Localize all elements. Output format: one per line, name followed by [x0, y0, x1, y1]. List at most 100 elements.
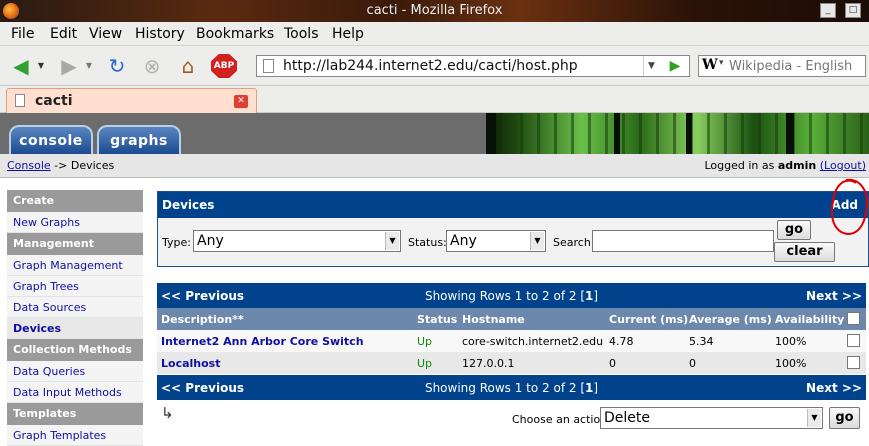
menu-tools[interactable]: Tools [284, 26, 319, 42]
search-input[interactable] [592, 230, 774, 252]
url-bar[interactable]: http://lab244.internet2.edu/cacti/host.p… [256, 55, 690, 77]
sidebar-item-data-sources[interactable]: Data Sources [7, 297, 143, 318]
row-hostname: 127.0.0.1 [462, 357, 515, 370]
menu-bookmarks[interactable]: Bookmarks [196, 26, 274, 42]
breadcrumb-console-link[interactable]: Console [7, 159, 51, 172]
clear-button[interactable]: clear [774, 242, 835, 262]
minimize-button[interactable]: _ [820, 3, 836, 18]
col-status: Status [417, 313, 458, 326]
cacti-header: console graphs [0, 113, 869, 154]
devices-filter-panel: Devices Add Type: Any ▼ Status: Any ▼ Se… [157, 191, 869, 267]
login-prefix: Logged in as [704, 159, 775, 172]
menu-view[interactable]: View [89, 26, 122, 42]
sidebar-item-graph-trees[interactable]: Graph Trees [7, 276, 143, 297]
row-current: 0 [609, 357, 616, 370]
tab-label: cacti [35, 93, 73, 109]
sidebar-item-graph-templates[interactable]: Graph Templates [7, 425, 143, 446]
row-hostname: core-switch.internet2.edu [462, 335, 604, 348]
next-page-link[interactable]: Next >> [806, 289, 862, 303]
back-history-dropdown-icon[interactable]: ▼ [34, 54, 48, 78]
action-go-button[interactable]: go [829, 407, 860, 429]
row-availability: 100% [775, 335, 807, 348]
sidebar-section-header: Collection Methods [7, 339, 143, 361]
table-row: Internet2 Ann Arbor Core Switch Up core-… [157, 330, 866, 352]
status-select-value: Any [450, 233, 477, 249]
wikipedia-icon[interactable]: W [702, 57, 718, 73]
breadcrumb: Console -> Devices [7, 159, 114, 172]
col-average: Average (ms) [689, 313, 772, 326]
chevron-down-icon: ▼ [807, 409, 821, 427]
showing-rows-text: Showing Rows 1 to 2 of 2 [1] [424, 289, 599, 303]
page-icon [263, 59, 274, 73]
col-hostname[interactable]: Hostname [462, 313, 525, 326]
sidebar-item-graph-management[interactable]: Graph Management [7, 255, 143, 276]
menu-help[interactable]: Help [332, 26, 364, 42]
col-description[interactable]: Description** [161, 313, 244, 326]
back-arrow-icon[interactable]: ◀ [8, 54, 34, 78]
type-select-value: Any [197, 233, 224, 249]
reload-icon[interactable]: ↻ [104, 54, 130, 78]
row-checkbox[interactable] [847, 356, 860, 369]
maximize-button[interactable]: □ [845, 3, 861, 18]
logout-link[interactable]: (Logout) [820, 159, 866, 172]
devices-title: Devices [162, 198, 215, 212]
table-header: Description** Status Hostname Current (m… [157, 308, 866, 330]
adblock-icon[interactable]: ABP [211, 54, 237, 78]
menu-file[interactable]: File [11, 26, 34, 42]
pagination-bottom: << Previous Showing Rows 1 to 2 of 2 [1]… [157, 375, 866, 400]
web-search-bar[interactable]: W ▾ [698, 55, 866, 77]
select-all-checkbox[interactable] [847, 312, 860, 325]
sidebar-item-data-queries[interactable]: Data Queries [7, 361, 143, 382]
type-select[interactable]: Any ▼ [193, 230, 401, 252]
search-engine-dropdown-icon[interactable]: ▾ [719, 58, 724, 68]
table-row: Localhost Up 127.0.0.1 0 0 100% [157, 352, 866, 374]
choose-action-label: Choose an action: [512, 413, 611, 426]
row-current: 4.78 [609, 335, 634, 348]
breadcrumb-separator: -> [54, 159, 68, 172]
status-label: Status: [408, 236, 447, 249]
menu-history[interactable]: History [135, 26, 185, 42]
col-current: Current (ms) [609, 313, 689, 326]
pagination-top: << Previous Showing Rows 1 to 2 of 2 [1]… [157, 283, 866, 308]
stop-icon[interactable]: ⊗ [139, 54, 165, 78]
browser-tab-cacti[interactable]: cacti ✕ [6, 88, 257, 113]
forward-arrow-icon[interactable]: ▶ [56, 54, 82, 78]
tab-graphs[interactable]: graphs [97, 125, 181, 154]
row-checkbox[interactable] [847, 334, 860, 347]
row-status: Up [417, 357, 433, 370]
url-text[interactable]: http://lab244.internet2.edu/cacti/host.p… [283, 58, 578, 74]
sidebar-section-header: Create [7, 190, 143, 212]
breadcrumb-bar: Console -> Devices Logged in as admin (L… [0, 154, 869, 178]
row-description-link[interactable]: Internet2 Ann Arbor Core Switch [161, 335, 364, 348]
next-page-link[interactable]: Next >> [806, 381, 862, 395]
chevron-down-icon: ▼ [530, 232, 544, 250]
go-arrow-icon[interactable]: ▶ [661, 56, 689, 76]
cactus-banner-image [486, 113, 869, 154]
sidebar-section-header: Templates [7, 403, 143, 425]
nav-toolbar: ◀ ▼ ▶ ▼ ↻ ⊗ ⌂ ABP http://lab244.internet… [0, 46, 869, 86]
action-select[interactable]: Delete ▼ [600, 407, 823, 429]
row-description-link[interactable]: Localhost [161, 357, 220, 370]
annotation-circle [830, 178, 869, 236]
showing-rows-text: Showing Rows 1 to 2 of 2 [1] [424, 381, 599, 395]
row-average: 5.34 [689, 335, 714, 348]
url-dropdown-icon[interactable]: ▼ [643, 56, 659, 76]
forward-history-dropdown-icon[interactable]: ▼ [82, 54, 96, 78]
breadcrumb-current: Devices [70, 159, 115, 172]
sidebar-item-new-graphs[interactable]: New Graphs [7, 212, 143, 233]
sidebar-item-devices[interactable]: Devices [7, 318, 143, 339]
home-icon[interactable]: ⌂ [175, 54, 201, 78]
web-search-input[interactable] [729, 57, 863, 75]
login-user: admin [777, 159, 817, 172]
window-title: cacti - Mozilla Firefox [366, 3, 503, 18]
sidebar-section-header: Management [7, 233, 143, 255]
close-tab-icon[interactable]: ✕ [234, 95, 248, 108]
go-button[interactable]: go [777, 220, 811, 240]
menu-edit[interactable]: Edit [50, 26, 77, 42]
sidebar-item-data-input-methods[interactable]: Data Input Methods [7, 382, 143, 403]
action-select-value: Delete [604, 410, 650, 426]
devices-header: Devices Add [158, 192, 868, 218]
status-select[interactable]: Any ▼ [446, 230, 546, 252]
tab-console[interactable]: console [9, 125, 93, 154]
window-titlebar: cacti - Mozilla Firefox _ □ [0, 0, 869, 22]
